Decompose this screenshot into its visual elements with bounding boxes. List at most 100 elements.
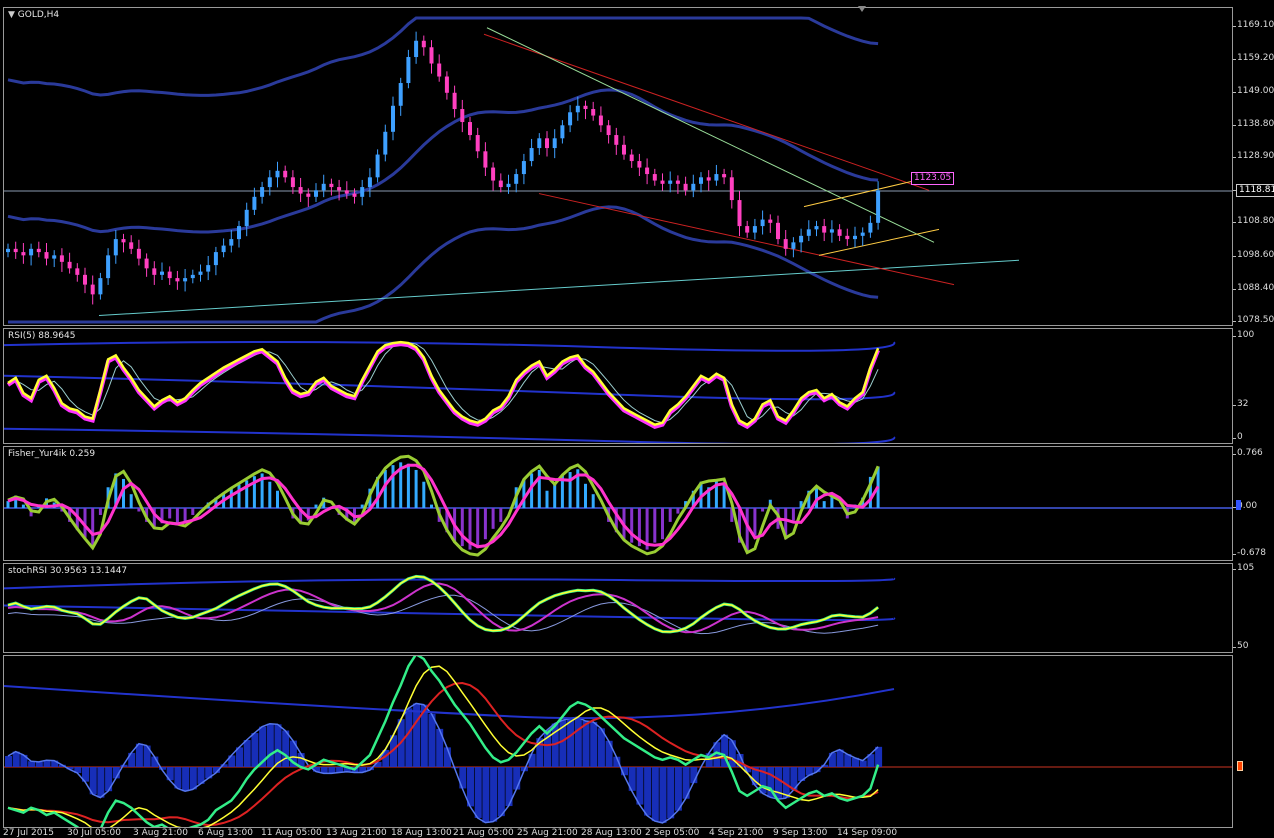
- candle-body: [121, 239, 126, 243]
- fisher-bar: [499, 508, 503, 522]
- resistance-trend-line: [486, 27, 935, 243]
- time-axis-label: 3 Aug 21:00: [133, 828, 188, 838]
- candle-body: [860, 232, 865, 236]
- candle-body: [75, 268, 80, 275]
- candle-body: [583, 105, 588, 110]
- upper-band-line: [7, 16, 879, 97]
- candle-body: [59, 255, 64, 262]
- osc-area-bar: [875, 746, 883, 767]
- candle-body: [275, 170, 280, 178]
- osc-area-bar: [266, 723, 274, 767]
- candle-body: [614, 135, 619, 145]
- candle-body: [375, 154, 380, 178]
- candle-body: [722, 174, 727, 178]
- price-pane[interactable]: ▼ GOLD,H4 1123.05: [3, 7, 1233, 326]
- symbol-label: GOLD,H4: [17, 10, 60, 20]
- osc-area-bar: [182, 767, 190, 792]
- candle-body: [699, 177, 703, 184]
- osc-area-bar: [659, 767, 667, 823]
- fisher-bar: [391, 465, 395, 509]
- rsi-pane-label: RSI(5) 88.9645: [8, 331, 76, 341]
- time-axis-label: 2 Sep 05:00: [645, 828, 700, 838]
- time-axis-label: 14 Sep 09:00: [837, 828, 898, 838]
- candle-body: [167, 271, 172, 279]
- candle-body: [606, 125, 611, 136]
- axis-tick-label: 1159.20: [1232, 52, 1274, 63]
- osc-area-bar: [189, 767, 197, 790]
- candle-body: [491, 167, 496, 181]
- candle-body: [521, 161, 526, 175]
- candle-body: [714, 174, 719, 181]
- candle-body: [598, 115, 603, 126]
- price-pane-label: ▼ GOLD,H4: [8, 10, 59, 20]
- candle-body: [868, 222, 873, 233]
- candle-body: [760, 219, 765, 227]
- stochrsi-pane[interactable]: stochRSI 30.9563 13.1447: [3, 563, 1233, 653]
- fisher-bar: [753, 508, 757, 536]
- candle-body: [190, 274, 195, 279]
- candle-body: [668, 180, 673, 184]
- time-axis-label: 21 Aug 05:00: [453, 828, 514, 838]
- candle-body: [36, 248, 41, 253]
- stochrsi-chart-svg: [4, 574, 896, 635]
- time-axis: 27 Jul 2015 30 Jul 05:00 3 Aug 21:00 6 Aug …: [3, 828, 1233, 838]
- candle-body: [637, 161, 642, 168]
- fisher-bar: [98, 508, 102, 515]
- candle-body: [552, 138, 557, 149]
- rsi-pane[interactable]: RSI(5) 88.9645: [3, 328, 1233, 444]
- fisher-bar: [129, 494, 133, 509]
- candle-body: [83, 274, 87, 285]
- candle-body: [244, 209, 249, 227]
- time-axis-label: 25 Aug 21:00: [517, 828, 578, 838]
- candle-body: [136, 248, 141, 259]
- candle-body: [206, 265, 211, 272]
- collapse-triangle-icon[interactable]: ▼: [8, 10, 15, 20]
- candle-body: [344, 190, 349, 194]
- candle-body: [6, 248, 10, 253]
- candle-body: [13, 248, 18, 253]
- time-axis-label: 11 Aug 05:00: [261, 828, 322, 838]
- fisher-bar: [229, 488, 233, 509]
- fisher-bar: [21, 504, 25, 509]
- osc-area-bar: [528, 753, 536, 767]
- fisher-bar: [414, 469, 418, 509]
- fisher-bar: [314, 504, 318, 509]
- candle-body: [876, 190, 881, 223]
- oscillator-pane[interactable]: [3, 655, 1233, 828]
- candle-body: [90, 284, 95, 295]
- candle-body: [152, 268, 157, 275]
- osc-area-bar: [413, 703, 421, 767]
- candle-body: [321, 183, 326, 191]
- candle-body: [560, 125, 565, 139]
- axis-tick-label: 1088.40: [1232, 282, 1274, 293]
- candle-body: [98, 278, 103, 295]
- axis-tick-label: 1138.80: [1232, 118, 1274, 129]
- candle-body: [752, 226, 757, 233]
- candle-body: [837, 229, 842, 236]
- time-axis-label: 13 Aug 21:00: [326, 828, 387, 838]
- candle-body: [175, 278, 180, 282]
- candle-body: [645, 167, 650, 175]
- fisher-bar: [168, 508, 172, 519]
- candle-body: [198, 271, 203, 275]
- candle-body: [29, 248, 34, 256]
- candle-body: [545, 138, 549, 149]
- chart-shift-marker-icon[interactable]: [858, 6, 866, 12]
- candle-body: [44, 252, 49, 259]
- fisher-bar: [661, 508, 664, 540]
- fisher-pane[interactable]: Fisher_Yur4ik 0.259: [3, 446, 1233, 561]
- time-axis-label: 6 Aug 13:00: [198, 828, 253, 838]
- candle-body: [783, 239, 788, 249]
- rsi-shadow-line: [6, 342, 880, 430]
- osc-area-bar: [490, 767, 498, 822]
- axis-tick-label: 0: [1233, 432, 1243, 442]
- candle-body: [537, 138, 542, 149]
- time-axis-label: 9 Sep 13:00: [773, 828, 828, 838]
- candle-body: [129, 242, 134, 249]
- channel-upper-line: [483, 33, 930, 191]
- osc-upper-band: [4, 685, 895, 720]
- osc-area-bar: [644, 767, 652, 816]
- candle-body: [460, 109, 465, 123]
- fisher-bar: [137, 508, 141, 512]
- time-axis-label: 4 Sep 21:00: [709, 828, 764, 838]
